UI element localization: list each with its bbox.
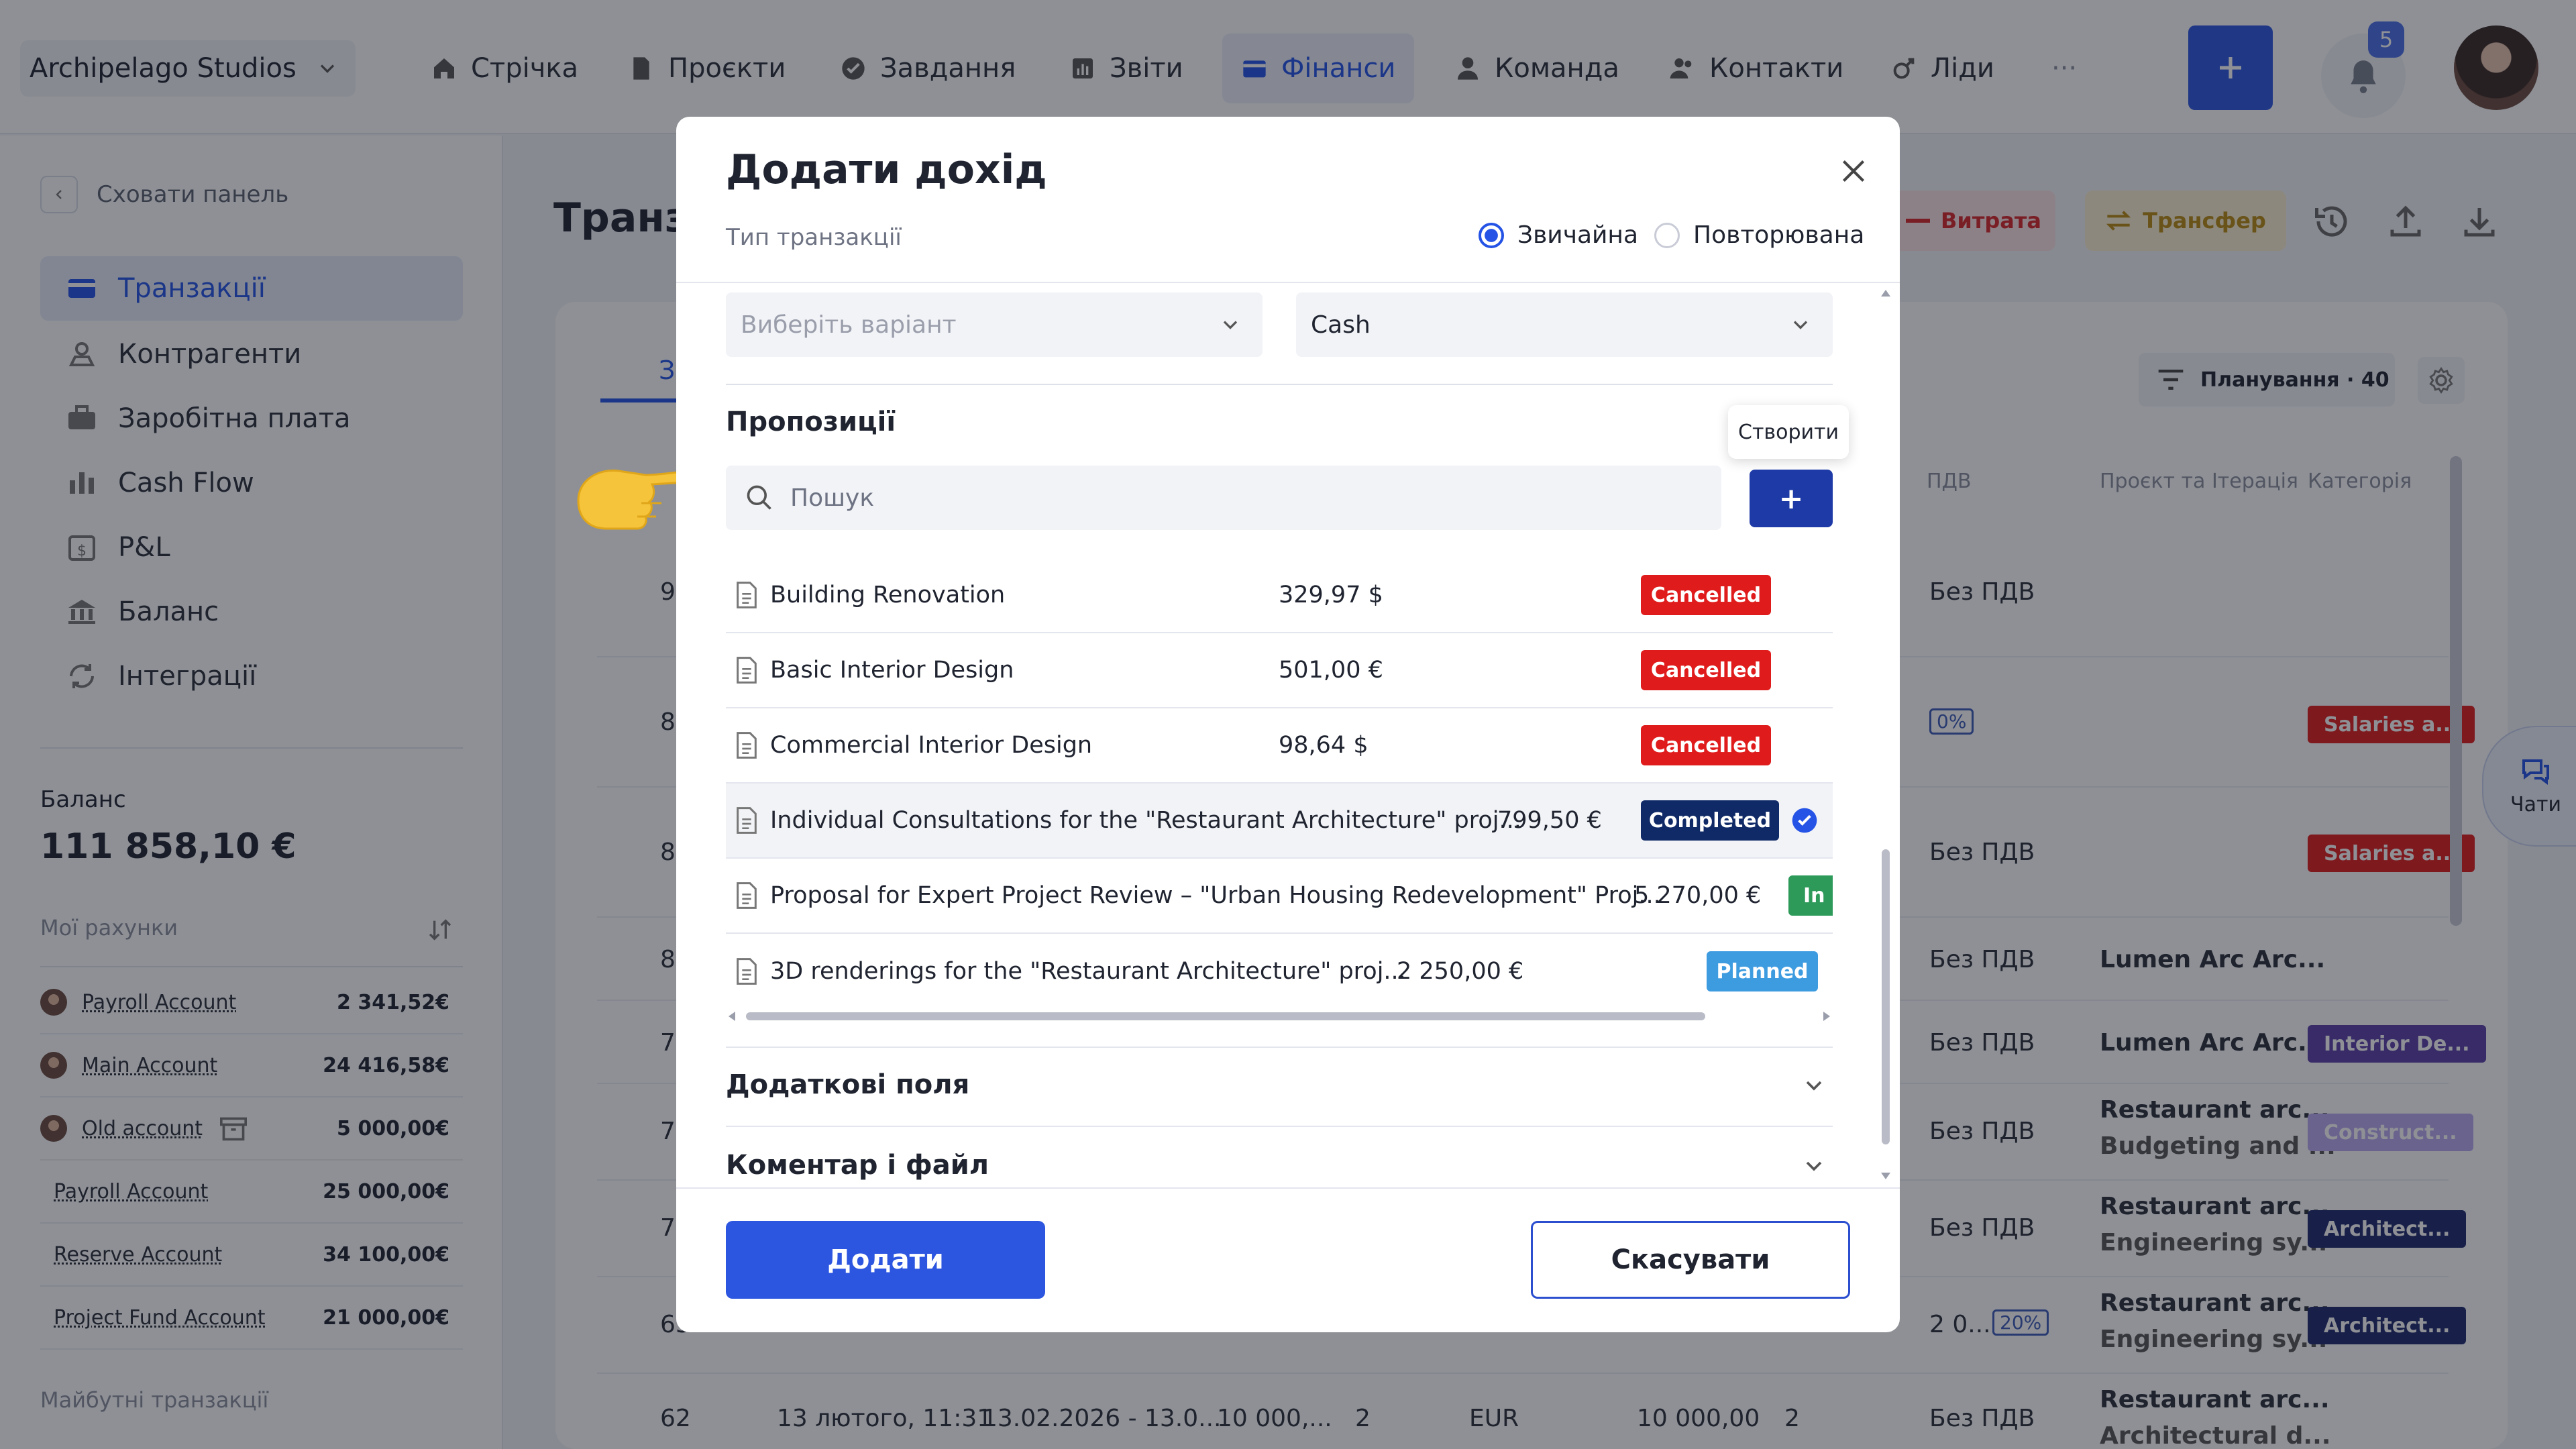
comment-file-accordion[interactable]: Коментар і файл	[726, 1150, 989, 1181]
document-icon	[737, 732, 757, 759]
radio-empty-icon	[1654, 222, 1680, 248]
cancel-button[interactable]: Скасувати	[1531, 1221, 1850, 1299]
extra-fields-accordion[interactable]: Додаткові поля	[726, 1069, 969, 1100]
create-tooltip: Створити	[1728, 405, 1849, 459]
chevron-down-icon	[1793, 321, 1808, 329]
status-badge: Cancelled	[1641, 575, 1771, 615]
submit-add-button[interactable]: Додати	[726, 1221, 1045, 1299]
document-icon	[737, 807, 757, 834]
option-select[interactable]: Виберіть варіант	[726, 292, 1263, 357]
document-icon	[737, 582, 757, 608]
proposal-row[interactable]: Commercial Interior Design 98,64 $ Cance…	[726, 708, 1833, 784]
modal-footer-divider	[676, 1187, 1900, 1189]
radio-recurring[interactable]: Повторювана	[1654, 221, 1864, 249]
chevron-down-icon	[1223, 321, 1238, 329]
radio-regular[interactable]: Звичайна	[1479, 221, 1638, 249]
proposals-heading: Пропозиції	[726, 407, 896, 437]
status-badge: Completed	[1641, 800, 1779, 841]
status-badge: Cancelled	[1641, 725, 1771, 765]
search-icon	[747, 485, 771, 510]
radio-selected-icon	[1479, 222, 1504, 248]
section-divider	[726, 384, 1833, 385]
status-badge: Cancelled	[1641, 650, 1771, 690]
modal-scrollbar[interactable]	[1880, 288, 1892, 1181]
check-selected-icon	[1792, 808, 1817, 833]
proposal-row-selected[interactable]: Individual Consultations for the "Restau…	[726, 784, 1833, 859]
proposal-row[interactable]: Proposal for Expert Project Review – "Ur…	[726, 859, 1833, 934]
document-icon	[737, 958, 757, 985]
chevron-down-icon[interactable]	[1801, 1072, 1827, 1099]
chevron-down-icon[interactable]	[1801, 1152, 1827, 1179]
transaction-type-label: Тип транзакції	[726, 224, 902, 251]
document-icon	[737, 657, 757, 684]
add-income-modal: Додати дохід Тип транзакції Звичайна Пов…	[676, 117, 1900, 1332]
horizontal-scrollbar[interactable]	[726, 1009, 1833, 1024]
proposal-row[interactable]: Basic Interior Design 501,00 € Cancelled	[726, 633, 1833, 708]
cash-account-select[interactable]: Cash	[1296, 292, 1833, 357]
proposals-search-input[interactable]: Пошук	[726, 466, 1721, 530]
status-badge: In	[1788, 875, 1833, 916]
modal-title: Додати дохід	[726, 146, 1047, 193]
proposal-row[interactable]: 3D renderings for the "Restaurant Archit…	[726, 934, 1833, 1009]
create-proposal-button[interactable]: +	[1750, 470, 1833, 527]
document-icon	[737, 882, 757, 909]
proposal-row[interactable]: Building Renovation 329,97 $ Cancelled	[726, 558, 1833, 633]
status-badge: Planned	[1707, 951, 1818, 991]
close-icon[interactable]	[1837, 154, 1870, 188]
accordion-divider	[726, 1046, 1833, 1048]
modal-header-divider	[676, 282, 1900, 283]
accordion-divider	[726, 1126, 1833, 1127]
